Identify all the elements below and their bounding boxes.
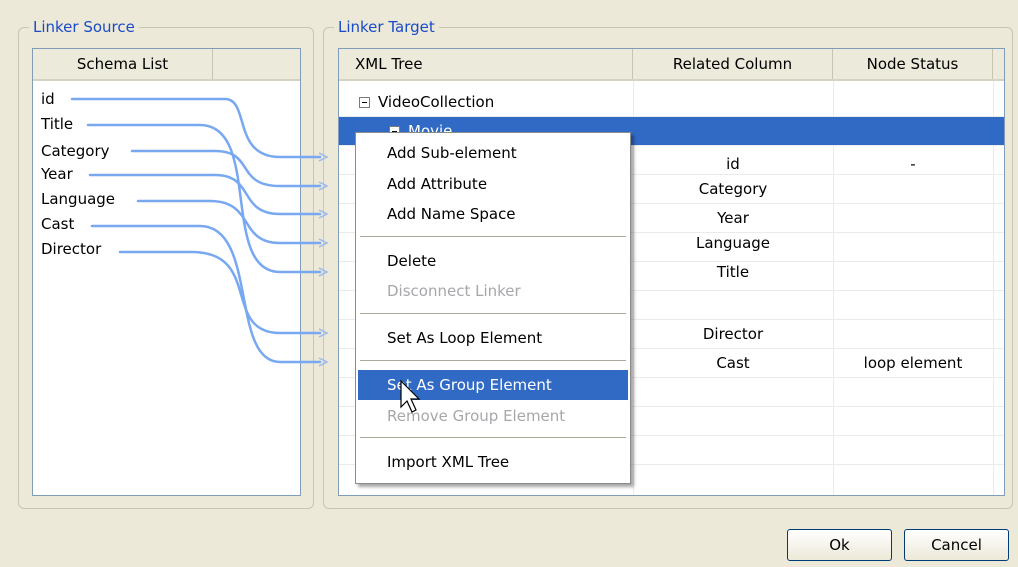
menu-separator xyxy=(360,360,626,362)
tree-node-label: VideoCollection xyxy=(378,93,495,111)
schema-list-header: Schema List xyxy=(33,49,300,81)
schema-item-director[interactable]: Director xyxy=(41,239,101,259)
related-column-cell: Title xyxy=(716,263,750,281)
schema-item-id[interactable]: id xyxy=(41,89,55,109)
menu-item-set-as-group-element[interactable]: Set As Group Element xyxy=(358,370,628,400)
menu-item-add-sub-element[interactable]: Add Sub-element xyxy=(358,138,628,168)
column-header-node-status[interactable]: Node Status xyxy=(833,49,993,79)
menu-separator xyxy=(360,313,626,315)
schema-list-panel[interactable]: Schema List id Title Category Year Langu… xyxy=(32,48,301,496)
schema-item-year[interactable]: Year xyxy=(41,164,73,184)
schema-item-language[interactable]: Language xyxy=(41,189,115,209)
related-column-cell: Director xyxy=(702,325,764,343)
linker-target-title: Linker Target xyxy=(334,17,439,37)
node-status-cell xyxy=(833,233,993,262)
node-status-cell xyxy=(833,204,993,233)
cancel-button[interactable]: Cancel xyxy=(904,529,1009,561)
collapse-icon[interactable] xyxy=(359,97,370,108)
menu-separator xyxy=(360,437,626,439)
menu-item-disconnect-linker[interactable]: Disconnect Linker xyxy=(358,276,628,306)
xml-tree-header: XML Tree Related Column Node Status xyxy=(339,49,1004,81)
menu-item-remove-group-element[interactable]: Remove Group Element xyxy=(358,401,628,431)
menu-item-import-xml-tree[interactable]: Import XML Tree xyxy=(358,447,628,477)
schema-item-category[interactable]: Category xyxy=(41,141,110,161)
tree-node-videocollection[interactable]: VideoCollection xyxy=(359,88,494,117)
node-status-cell xyxy=(833,262,993,291)
menu-item-add-name-space[interactable]: Add Name Space xyxy=(358,199,628,229)
related-column-cell: Category xyxy=(698,180,768,198)
node-status-cell xyxy=(833,175,993,204)
schema-list-column-header[interactable]: Schema List xyxy=(33,49,213,79)
menu-separator xyxy=(360,236,626,238)
menu-item-delete[interactable]: Delete xyxy=(358,246,628,276)
related-column-cell: Cast xyxy=(716,354,750,372)
menu-item-add-attribute[interactable]: Add Attribute xyxy=(358,169,628,199)
column-header-xml-tree[interactable]: XML Tree xyxy=(339,49,633,79)
schema-item-cast[interactable]: Cast xyxy=(41,214,74,234)
node-status-cell xyxy=(833,291,993,320)
ok-button[interactable]: Ok xyxy=(787,529,892,561)
related-column-cell: Language xyxy=(695,234,771,252)
context-menu: Add Sub-element Add Attribute Add Name S… xyxy=(355,132,631,484)
linker-source-title: Linker Source xyxy=(29,17,139,37)
menu-item-set-as-loop-element[interactable]: Set As Loop Element xyxy=(358,323,628,353)
node-status-cell xyxy=(833,320,993,349)
schema-item-title[interactable]: Title xyxy=(41,114,73,134)
related-column-cell xyxy=(633,291,833,320)
table-row[interactable]: VideoCollection xyxy=(339,88,1004,117)
column-header-related-column[interactable]: Related Column xyxy=(633,49,833,79)
node-status-cell: loop element xyxy=(863,354,963,372)
